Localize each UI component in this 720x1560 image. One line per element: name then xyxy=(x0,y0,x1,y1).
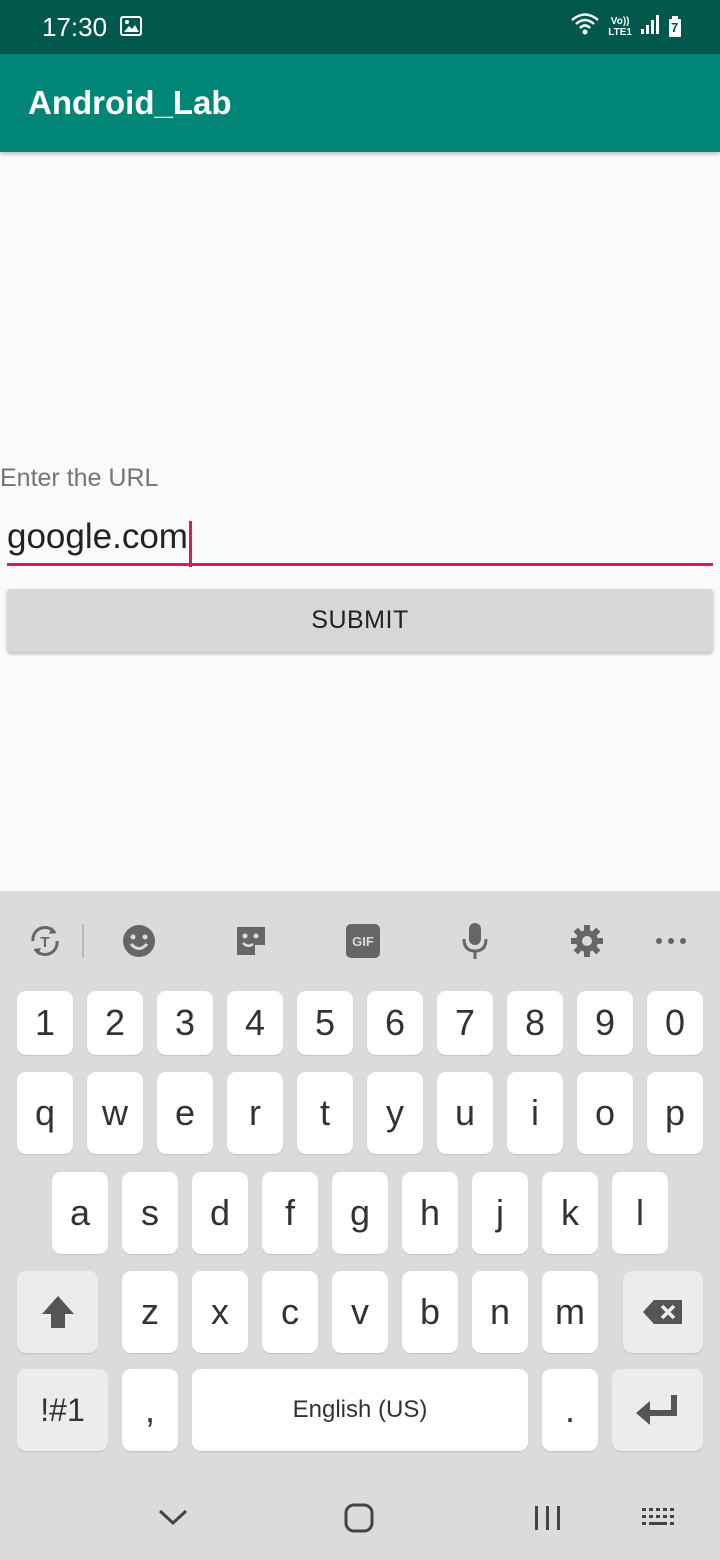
home-icon[interactable] xyxy=(344,1503,374,1538)
key-z[interactable]: z xyxy=(122,1271,178,1353)
key-j[interactable]: j xyxy=(472,1172,528,1254)
key-s[interactable]: s xyxy=(122,1172,178,1254)
settings-icon[interactable] xyxy=(567,921,607,961)
status-bar: 17:30 Vo)) LTE1 7 xyxy=(0,0,720,54)
battery-level: 7 xyxy=(671,19,679,35)
image-icon xyxy=(120,16,142,41)
url-field-label: Enter the URL xyxy=(0,464,159,492)
volte-label: Vo)) xyxy=(610,15,630,27)
toolbar-divider xyxy=(82,924,84,958)
key-3[interactable]: 3 xyxy=(157,991,213,1055)
mic-icon[interactable] xyxy=(455,921,495,961)
key-8[interactable]: 8 xyxy=(507,991,563,1055)
navigation-bar xyxy=(0,1470,720,1560)
key-i[interactable]: i xyxy=(507,1072,563,1154)
keyboard-icon[interactable] xyxy=(641,1506,677,1535)
key-t[interactable]: t xyxy=(297,1072,353,1154)
key-r[interactable]: r xyxy=(227,1072,283,1154)
translate-icon[interactable]: T xyxy=(25,921,65,961)
key-7[interactable]: 7 xyxy=(437,991,493,1055)
gif-label: GIF xyxy=(352,933,374,949)
gif-icon[interactable]: GIF xyxy=(343,921,383,961)
backspace-icon xyxy=(643,1300,682,1324)
soft-keyboard: T GIF 1 2 3 4 5 6 7 8 9 0 q w e r t y u … xyxy=(0,891,720,1470)
battery-icon: 7 xyxy=(668,15,682,38)
key-n[interactable]: n xyxy=(472,1271,528,1353)
keyboard-toolbar: T GIF xyxy=(0,891,720,989)
key-p[interactable]: p xyxy=(647,1072,703,1154)
key-1[interactable]: 1 xyxy=(17,991,73,1055)
key-9[interactable]: 9 xyxy=(577,991,633,1055)
submit-button[interactable]: SUBMIT xyxy=(7,589,713,652)
url-input[interactable]: google.com xyxy=(7,508,713,567)
key-m[interactable]: m xyxy=(542,1271,598,1353)
key-q[interactable]: q xyxy=(17,1072,73,1154)
enter-icon xyxy=(635,1395,677,1425)
back-chevron-icon[interactable] xyxy=(158,1508,188,1531)
key-c[interactable]: c xyxy=(262,1271,318,1353)
key-f[interactable]: f xyxy=(262,1172,318,1254)
key-w[interactable]: w xyxy=(87,1072,143,1154)
key-0[interactable]: 0 xyxy=(647,991,703,1055)
app-bar: Android_Lab xyxy=(0,54,720,152)
key-a[interactable]: a xyxy=(52,1172,108,1254)
wifi-icon xyxy=(570,12,600,41)
key-b[interactable]: b xyxy=(402,1271,458,1353)
sticker-icon[interactable] xyxy=(231,921,271,961)
key-6[interactable]: 6 xyxy=(367,991,423,1055)
key-g[interactable]: g xyxy=(332,1172,388,1254)
key-x[interactable]: x xyxy=(192,1271,248,1353)
status-icons: Vo)) LTE1 7 xyxy=(570,12,682,41)
space-key[interactable]: English (US) xyxy=(192,1369,528,1451)
enter-key[interactable] xyxy=(612,1369,703,1451)
key-2[interactable]: 2 xyxy=(87,991,143,1055)
network-type: Vo)) LTE1 xyxy=(608,16,632,38)
key-h[interactable]: h xyxy=(402,1172,458,1254)
app-title: Android_Lab xyxy=(28,84,232,121)
key-4[interactable]: 4 xyxy=(227,991,283,1055)
text-cursor xyxy=(188,520,192,567)
svg-text:T: T xyxy=(40,934,49,951)
lte-label: LTE1 xyxy=(608,26,632,38)
key-e[interactable]: e xyxy=(157,1072,213,1154)
key-l[interactable]: l xyxy=(612,1172,668,1254)
symbols-key[interactable]: !#1 xyxy=(17,1369,108,1451)
key-k[interactable]: k xyxy=(542,1172,598,1254)
key-5[interactable]: 5 xyxy=(297,991,353,1055)
emoji-icon[interactable] xyxy=(119,921,159,961)
more-icon[interactable] xyxy=(651,921,691,961)
key-v[interactable]: v xyxy=(332,1271,388,1353)
period-key[interactable]: . xyxy=(542,1369,598,1451)
recents-icon[interactable] xyxy=(533,1504,563,1537)
backspace-key[interactable] xyxy=(623,1271,703,1353)
comma-key[interactable]: , xyxy=(122,1369,178,1451)
shift-icon xyxy=(41,1296,74,1328)
shift-key[interactable] xyxy=(17,1271,98,1353)
signal-icon xyxy=(640,13,660,40)
key-y[interactable]: y xyxy=(367,1072,423,1154)
url-input-value: google.com xyxy=(7,517,188,556)
key-u[interactable]: u xyxy=(437,1072,493,1154)
key-d[interactable]: d xyxy=(192,1172,248,1254)
key-o[interactable]: o xyxy=(577,1072,633,1154)
status-time: 17:30 xyxy=(42,12,108,42)
